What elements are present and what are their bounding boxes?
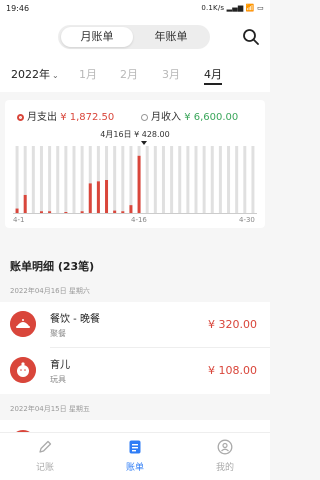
- x-tick-label: 4-30: [239, 216, 255, 224]
- bar-track: [31, 146, 35, 214]
- status-bar: 19:46 0.1K/s ▂▄▆ 📶 ▭: [0, 0, 270, 18]
- bar-track: [186, 146, 190, 214]
- bar-track: [129, 146, 133, 214]
- tab-profile[interactable]: 我的: [195, 439, 255, 473]
- radio-checked-icon: [17, 113, 24, 121]
- bar-track: [227, 146, 231, 214]
- income-toggle[interactable]: 月收入 ¥ 6,600.00: [141, 108, 238, 123]
- active-month-indicator: [204, 83, 222, 85]
- monthly-chart-card: 月支出 ¥ 1,872.50 月收入 ¥ 6,600.00 4月16日 ¥ 42…: [5, 100, 265, 228]
- tooltip-pointer: [141, 141, 147, 145]
- bar-track: [218, 146, 222, 214]
- bar-track: [251, 146, 255, 214]
- year-label: 2022年: [11, 68, 50, 81]
- bar-track: [64, 146, 68, 214]
- month-selector: 2022年 ⌄ 1月 2月 3月 4月: [0, 58, 270, 92]
- expense-toggle[interactable]: 月支出 ¥ 1,872.50: [17, 108, 114, 123]
- bar-4-16[interactable]: [137, 155, 141, 214]
- record-amount: ¥ 320.00: [208, 318, 257, 331]
- bar-track: [113, 146, 117, 214]
- bar-track: [210, 146, 214, 214]
- bar-track: [243, 146, 247, 214]
- bar-track: [161, 146, 165, 214]
- record-amount: ¥ 108.00: [208, 364, 257, 377]
- bill-record[interactable]: 育儿 玩具 ¥ 108.00: [0, 348, 270, 394]
- bar-4-2[interactable]: [23, 194, 27, 214]
- month-tab-2[interactable]: 2月: [117, 66, 141, 82]
- bottom-tab-bar: 记账 账单 我的: [0, 432, 270, 480]
- bar-track: [121, 146, 125, 214]
- bar-track: [170, 146, 174, 214]
- tab-record[interactable]: 记账: [15, 439, 75, 473]
- top-bar: 月账单 年账单: [0, 18, 270, 58]
- status-time: 19:46: [6, 4, 30, 13]
- search-icon[interactable]: [242, 28, 260, 46]
- bar-track: [48, 146, 52, 214]
- bar-track: [72, 146, 76, 214]
- bar-track: [15, 146, 19, 214]
- yearly-bill-tab[interactable]: 年账单: [135, 27, 207, 47]
- bar-track: [235, 146, 239, 214]
- bill-list-title: 账单明细 (23笔): [10, 260, 95, 273]
- year-dropdown[interactable]: 2022年 ⌄: [11, 66, 59, 82]
- record-category: 餐饮 - 晚餐: [50, 314, 100, 325]
- monthly-bill-tab[interactable]: 月账单: [61, 27, 133, 47]
- month-tab-1[interactable]: 1月: [76, 66, 100, 82]
- record-note: 聚餐: [50, 329, 66, 338]
- x-tick-label: 4-1: [13, 216, 25, 224]
- bar-4-10[interactable]: [88, 183, 92, 214]
- chevron-down-icon: ⌄: [52, 71, 59, 80]
- bill-icon: [129, 440, 141, 454]
- expense-label: 月支出: [27, 112, 57, 123]
- bar-track: [194, 146, 198, 214]
- daily-expense-chart[interactable]: [13, 146, 257, 214]
- bar-track: [145, 146, 149, 214]
- pencil-icon: [39, 440, 52, 453]
- record-category: 育儿: [50, 360, 70, 371]
- date-header: 2022年04月16日 星期六: [10, 287, 90, 295]
- tab-label: 账单: [125, 463, 144, 473]
- dining-icon: [10, 311, 36, 337]
- month-tab-4[interactable]: 4月: [201, 66, 225, 82]
- month-tab-3[interactable]: 3月: [159, 66, 183, 82]
- tab-label: 我的: [215, 463, 234, 473]
- bar-track: [178, 146, 182, 214]
- status-indicators: 0.1K/s ▂▄▆ 📶 ▭: [201, 4, 264, 12]
- chart-tooltip: 4月16日 ¥ 428.00: [100, 130, 170, 139]
- bill-record[interactable]: 餐饮 - 晚餐 聚餐 ¥ 320.00: [0, 302, 270, 348]
- radio-unchecked-icon: [141, 113, 148, 121]
- bar-track: [153, 146, 157, 214]
- date-header: 2022年04月15日 星期五: [10, 405, 90, 413]
- record-note: 玩具: [50, 375, 66, 384]
- profile-icon: [217, 439, 233, 455]
- bar-track: [80, 146, 84, 214]
- x-tick-label: 4-16: [131, 216, 147, 224]
- income-amount: ¥ 6,600.00: [184, 112, 239, 123]
- expense-amount: ¥ 1,872.50: [60, 112, 115, 123]
- bar-track: [56, 146, 60, 214]
- bar-track: [39, 146, 43, 214]
- bar-track: [202, 146, 206, 214]
- bar-4-12[interactable]: [105, 180, 109, 214]
- tab-label: 记账: [35, 463, 54, 473]
- baby-icon: [10, 357, 36, 383]
- income-label: 月收入: [151, 112, 181, 123]
- bar-4-11[interactable]: [96, 181, 100, 214]
- tab-bills[interactable]: 账单: [105, 439, 165, 473]
- bar-4-15[interactable]: [129, 205, 133, 214]
- bill-period-switch: 月账单 年账单: [58, 25, 210, 49]
